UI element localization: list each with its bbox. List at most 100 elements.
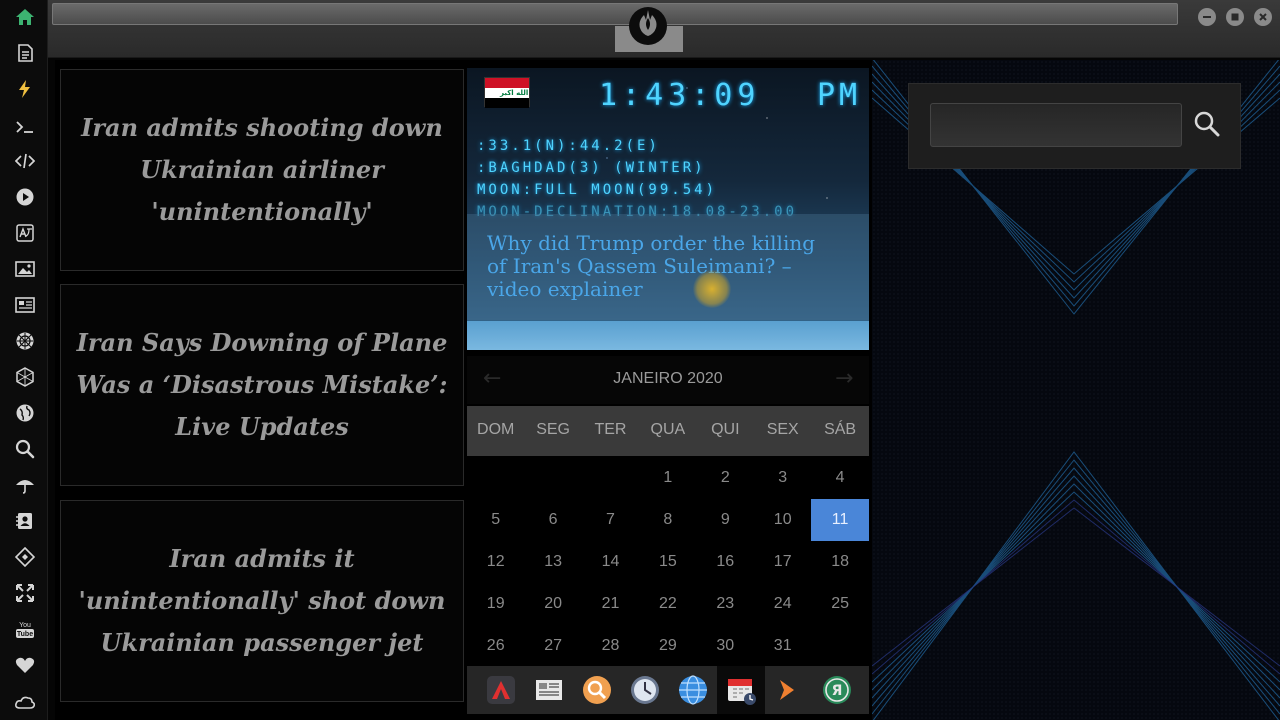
news-headline[interactable]: Iran Says Downing of Plane Was a ‘Disast…	[69, 322, 455, 448]
calendar-day[interactable]: 26	[467, 625, 524, 667]
clock-widget: الله اكبر 1:43:09 PM :33.1(N):44.2(E) :B…	[467, 68, 869, 350]
calendar-day[interactable]: 3	[754, 457, 811, 499]
news-card[interactable]: Iran Says Downing of Plane Was a ‘Disast…	[60, 284, 464, 486]
calendar-day[interactable]: 1	[639, 457, 696, 499]
calendar-day[interactable]: 20	[524, 583, 581, 625]
calendar-day[interactable]: 15	[639, 541, 696, 583]
calendar-day[interactable]: 12	[467, 541, 524, 583]
yandex-icon[interactable]: Я	[817, 670, 857, 710]
calendar-day[interactable]: 6	[524, 499, 581, 541]
hexagon-icon[interactable]	[12, 364, 38, 390]
address-bar[interactable]	[52, 3, 1178, 25]
calendar-day[interactable]: 8	[639, 499, 696, 541]
umbrella-icon[interactable]	[12, 472, 38, 498]
search-widget	[908, 83, 1241, 169]
weekday-label: SÁB	[824, 421, 857, 438]
home-icon[interactable]	[12, 4, 38, 30]
iraq-flag-icon: الله اكبر	[484, 77, 530, 108]
yandex-letter: Я	[832, 683, 843, 699]
search-button[interactable]	[1189, 104, 1225, 144]
calendar-day[interactable]: 28	[582, 625, 639, 667]
rebel-alliance-icon	[629, 7, 667, 45]
arrow-app-icon[interactable]	[767, 670, 807, 710]
calendar-day[interactable]: 25	[811, 583, 868, 625]
calendar-day[interactable]: 21	[582, 583, 639, 625]
moon-text: MOON:FULL MOON(99.54)	[477, 182, 718, 198]
globe-app-icon[interactable]	[673, 670, 713, 710]
search-input[interactable]	[930, 103, 1182, 147]
close-button[interactable]	[1254, 8, 1272, 26]
calendar-day[interactable]: 9	[697, 499, 754, 541]
widget-news-headline[interactable]: Why did Trump order the killing of Iran'…	[487, 232, 827, 301]
icon-sidebar: You Tube	[0, 0, 48, 720]
calendar-day[interactable]: 10	[754, 499, 811, 541]
contacts-icon[interactable]	[12, 508, 38, 534]
calendar-day[interactable]: 16	[697, 541, 754, 583]
flag-script: الله اكبر	[500, 89, 529, 97]
coords-text: :33.1(N):44.2(E)	[477, 138, 660, 154]
calendar-app-icon[interactable]	[717, 666, 765, 714]
tag-icon[interactable]	[12, 544, 38, 570]
calendar-day[interactable]: 14	[582, 541, 639, 583]
image-icon[interactable]	[12, 256, 38, 282]
app-dock: Я	[467, 666, 869, 714]
title-bar	[48, 0, 1280, 58]
weekday-label: QUI	[711, 421, 740, 438]
calendar-day[interactable]: 17	[754, 541, 811, 583]
document-icon[interactable]	[12, 40, 38, 66]
expand-icon[interactable]	[12, 580, 38, 606]
clock-time: 1:43:09	[599, 78, 761, 113]
newspaper-icon[interactable]	[12, 292, 38, 318]
calendar-day[interactable]: 5	[467, 499, 524, 541]
cloud-icon[interactable]	[12, 690, 38, 716]
translate-icon[interactable]	[12, 220, 38, 246]
clock-app-icon[interactable]	[625, 670, 665, 710]
calendar-day[interactable]: 23	[697, 583, 754, 625]
sci-icon[interactable]	[12, 328, 38, 354]
calendar-day[interactable]: 4	[811, 457, 868, 499]
news-card[interactable]: Iran admits it 'unintentionally' shot do…	[60, 500, 464, 702]
search-icon[interactable]	[12, 436, 38, 462]
arrow-right-icon[interactable]: →	[835, 366, 853, 391]
calendar-day[interactable]: 24	[754, 583, 811, 625]
lightning-icon[interactable]	[12, 76, 38, 102]
globe-icon[interactable]	[12, 400, 38, 426]
weekday-label: SEX	[766, 421, 799, 438]
calendar-day-today[interactable]: 11	[811, 499, 869, 541]
code-icon[interactable]	[12, 148, 38, 174]
news-headline[interactable]: Iran admits shooting down Ukrainian airl…	[69, 107, 455, 233]
weekday-label: TER	[594, 421, 627, 438]
calendar-day[interactable]: 30	[697, 625, 754, 667]
weekday-label: DOM	[477, 421, 515, 438]
calendar-day[interactable]: 19	[467, 583, 524, 625]
arch-app-icon[interactable]	[481, 670, 521, 710]
weekday-label: QUA	[650, 421, 686, 438]
weekday-label: SEG	[536, 421, 570, 438]
location-text: :BAGHDAD(3) (WINTER)	[477, 160, 706, 176]
news-overlay[interactable]: Why did Trump order the killing of Iran'…	[467, 214, 869, 320]
news-headline[interactable]: Iran admits it 'unintentionally' shot do…	[69, 538, 455, 664]
calendar-day[interactable]: 22	[639, 583, 696, 625]
terminal-icon[interactable]	[12, 114, 38, 140]
calendar-day[interactable]: 31	[754, 625, 811, 667]
calendar-day[interactable]: 18	[811, 541, 868, 583]
calendar-day[interactable]: 2	[697, 457, 754, 499]
news-reader-icon[interactable]	[529, 670, 569, 710]
clock-ampm: PM	[817, 78, 862, 113]
calendar-day[interactable]: 27	[524, 625, 581, 667]
news-card[interactable]: Iran admits shooting down Ukrainian airl…	[60, 69, 464, 271]
calendar-header: ← JANEIRO 2020 →	[467, 356, 869, 404]
svg-text:Tube: Tube	[17, 631, 33, 638]
minimize-button[interactable]	[1198, 8, 1216, 26]
calendar-day[interactable]: 13	[524, 541, 581, 583]
sky-band	[467, 321, 869, 350]
heart-icon[interactable]	[12, 652, 38, 678]
play-icon[interactable]	[12, 184, 38, 210]
calendar-widget: ← JANEIRO 2020 → DOM SEG TER QUA QUI SEX SÁB 1…	[467, 356, 869, 665]
calendar-day[interactable]: 29	[639, 625, 696, 667]
maximize-button[interactable]	[1226, 8, 1244, 26]
calendar-day[interactable]: 7	[582, 499, 639, 541]
youtube-icon[interactable]: You Tube	[12, 616, 38, 642]
search-icon	[1194, 111, 1220, 137]
magnifier-app-icon[interactable]	[577, 670, 617, 710]
